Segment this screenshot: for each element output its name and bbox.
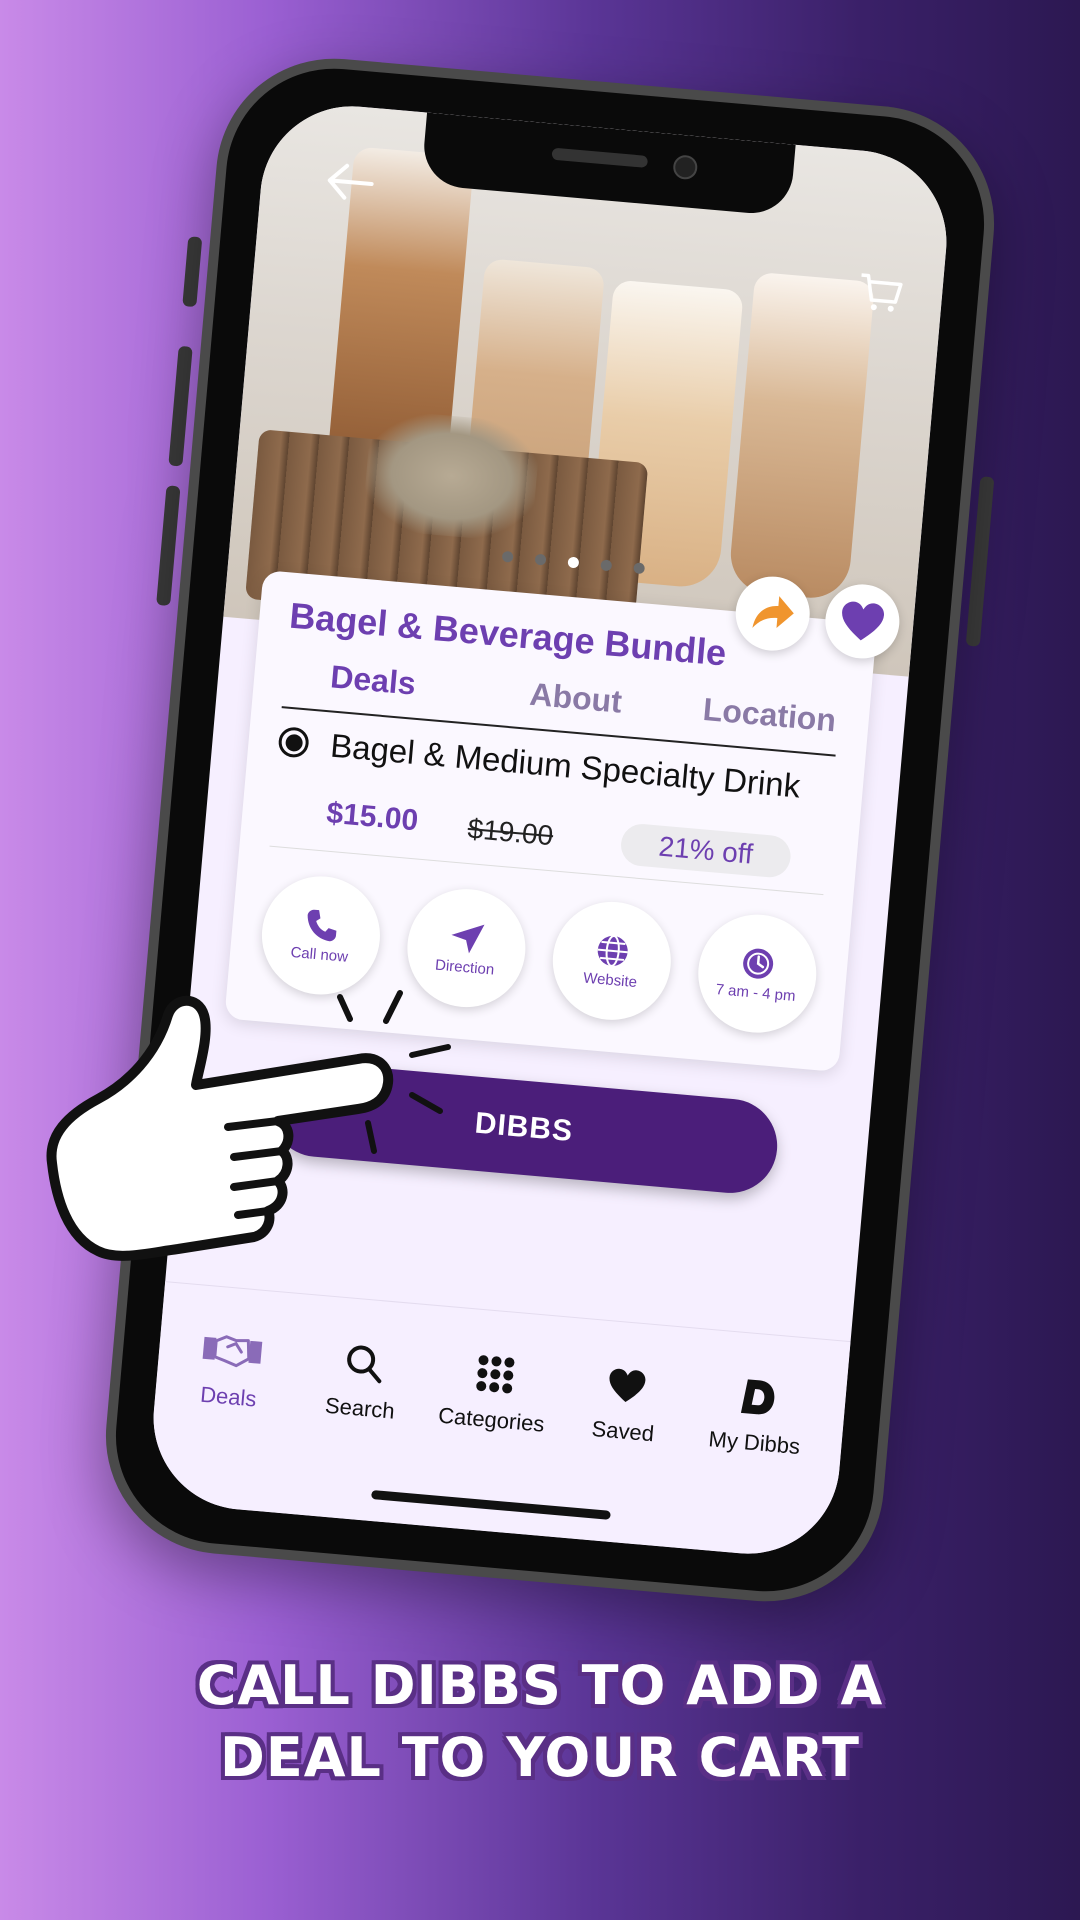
dried-moss <box>361 408 542 544</box>
globe-icon <box>597 934 628 967</box>
carousel-dot[interactable] <box>501 550 514 563</box>
hours-label: 7 am - 4 pm <box>715 980 797 1005</box>
cart-icon[interactable] <box>856 271 904 320</box>
home-indicator <box>371 1489 611 1520</box>
original-price: $19.00 <box>466 812 555 852</box>
option-radio[interactable] <box>277 726 310 759</box>
website-label: Website <box>582 968 638 991</box>
caption-line-2: DEAL TO YOUR CART <box>220 1726 860 1789</box>
heart-icon <box>842 601 884 641</box>
nav-label-deals: Deals <box>199 1381 258 1412</box>
nav-item-saved[interactable]: Saved <box>557 1357 694 1450</box>
handshake-icon <box>202 1335 263 1368</box>
caption-line-1: CALL DIBBS TO ADD A <box>196 1654 884 1717</box>
nav-label-categories: Categories <box>437 1402 546 1437</box>
bottom-navigation: Deals Search Categories Saved My Dibbs <box>145 1281 851 1562</box>
grid-icon <box>476 1355 515 1394</box>
volume-down-button <box>156 485 181 607</box>
mute-switch <box>182 236 203 308</box>
carousel-dot[interactable] <box>633 562 646 575</box>
pointing-hand-icon <box>46 990 451 1261</box>
share-arrow-icon <box>752 596 794 628</box>
phone-icon <box>307 909 337 941</box>
nav-label-saved: Saved <box>590 1415 656 1447</box>
front-camera <box>672 154 699 181</box>
speaker-grille <box>551 147 649 168</box>
website-button[interactable]: Website <box>547 896 676 1025</box>
deal-price: $15.00 <box>325 796 420 838</box>
direction-icon <box>451 924 485 953</box>
nav-label-my-dibbs: My Dibbs <box>707 1426 802 1460</box>
tab-about[interactable]: About <box>528 676 623 721</box>
discount-badge: 21% off <box>619 822 793 879</box>
phone-mockup: Bagel & Beverage Bundle Deals About Loca… <box>96 48 1004 1612</box>
tab-deals[interactable]: Deals <box>329 658 417 702</box>
clock-icon <box>743 948 774 979</box>
carousel-dot[interactable] <box>600 559 613 572</box>
dibbs-logo-icon <box>740 1379 775 1415</box>
carousel-dot-active[interactable] <box>567 556 580 569</box>
carousel-dot[interactable] <box>534 553 547 566</box>
call-now-label: Call now <box>289 943 349 966</box>
tab-location[interactable]: Location <box>701 691 838 739</box>
heart-icon <box>609 1368 646 1403</box>
drink-glass <box>727 271 875 602</box>
volume-up-button <box>168 345 193 467</box>
hours-button[interactable]: 7 am - 4 pm <box>693 909 822 1038</box>
app-screen: Bagel & Beverage Bundle Deals About Loca… <box>145 98 955 1562</box>
search-icon <box>347 1345 382 1384</box>
nav-item-deals[interactable]: Deals <box>162 1323 299 1416</box>
nav-item-my-dibbs[interactable]: My Dibbs <box>688 1369 825 1462</box>
nav-item-categories[interactable]: Categories <box>425 1346 562 1439</box>
nav-item-search[interactable]: Search <box>294 1334 431 1427</box>
nav-label-search: Search <box>324 1392 396 1424</box>
phone-frame: Bagel & Beverage Bundle Deals About Loca… <box>96 48 1004 1612</box>
promo-caption: CALL DIBBS TO ADD A DEAL TO YOUR CART <box>0 1650 1080 1794</box>
back-arrow-icon[interactable] <box>322 160 378 209</box>
